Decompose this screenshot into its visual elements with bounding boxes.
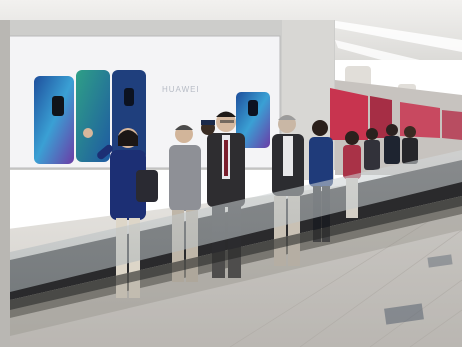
- billboard-brand: HUAWEI: [162, 85, 200, 94]
- airport-walkway-photo: HUAWEI: [0, 0, 462, 347]
- left-edge: [0, 20, 10, 347]
- person-cap-man: [201, 120, 215, 135]
- photo-canvas: HUAWEI: [0, 0, 462, 347]
- phone-1: [34, 76, 74, 164]
